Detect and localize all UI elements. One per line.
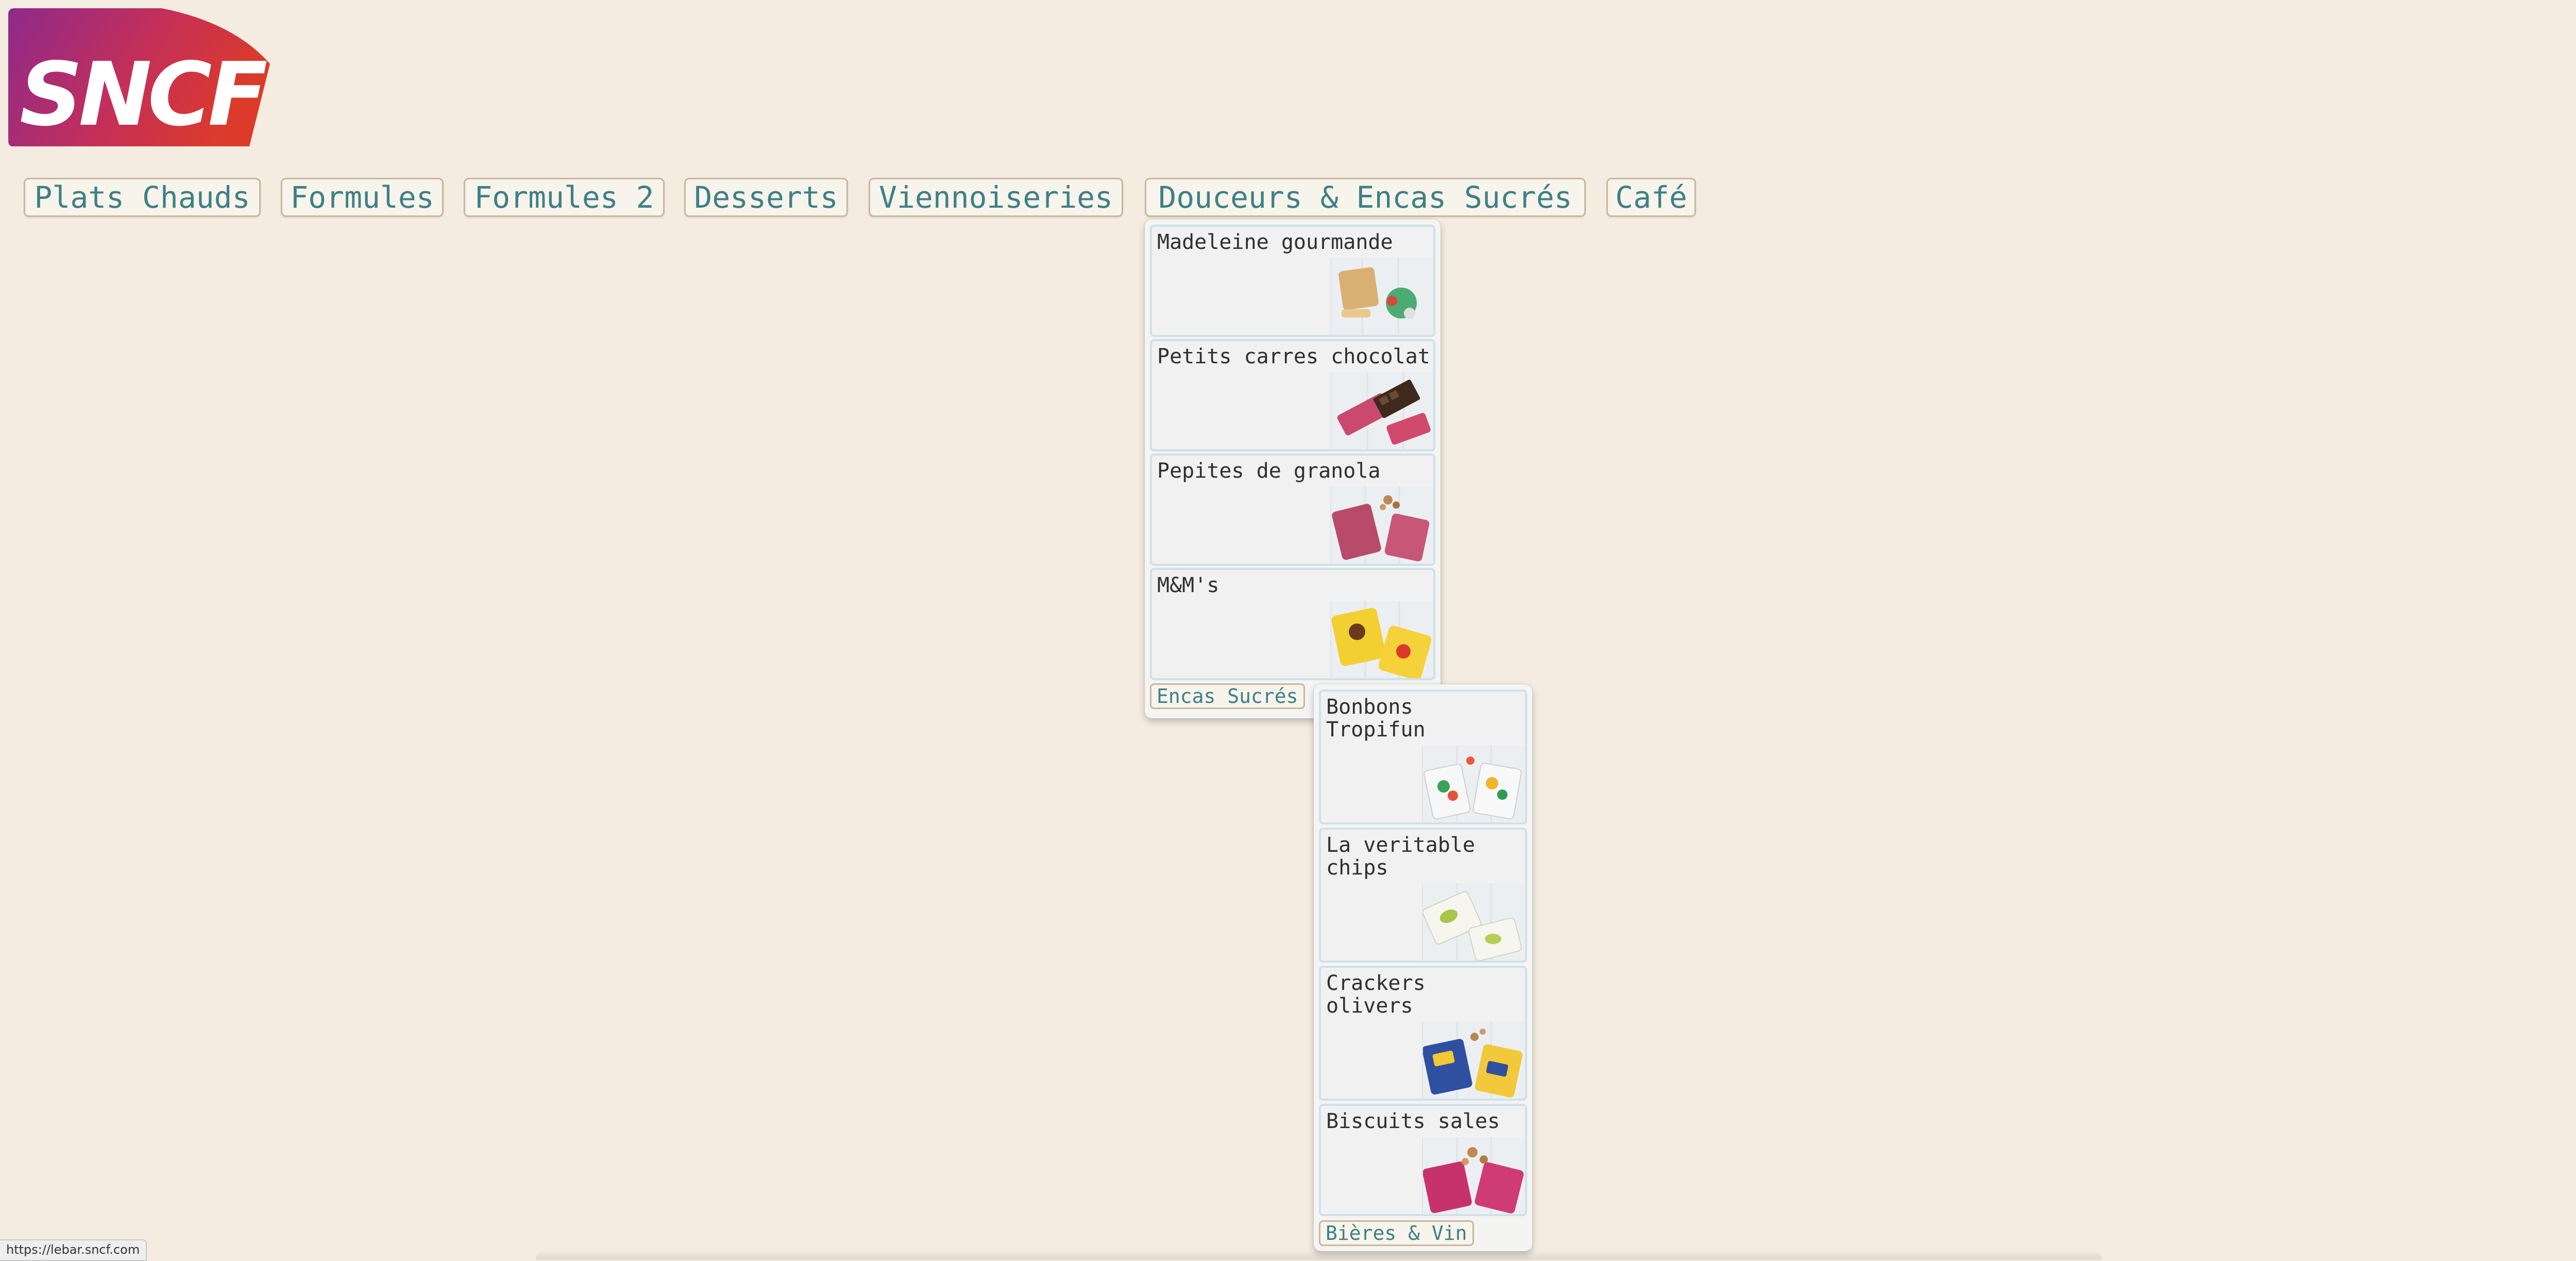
nav-cafe[interactable]: Café: [1606, 178, 1696, 217]
menu-item-title: Biscuits sales: [1326, 1109, 1500, 1133]
sncf-logo[interactable]: SNCF: [7, 7, 271, 147]
nav-douceurs-encas-sucres[interactable]: Douceurs & Encas Sucrés: [1145, 178, 1586, 217]
menu-item-title: Madeleine gourmande: [1157, 230, 1393, 254]
chips-photo-icon: [1422, 883, 1525, 961]
crackers-photo-icon: [1422, 1021, 1525, 1099]
menu-item-title: La veritable chips: [1326, 833, 1475, 880]
mms-photo-icon: [1330, 601, 1433, 678]
menu-item-card[interactable]: La veritable chips: [1319, 828, 1527, 963]
menu-item-title: Petits carres chocolat: [1157, 345, 1430, 368]
granola-photo-icon: [1330, 486, 1433, 564]
menu-item-card[interactable]: Pepites de granola: [1150, 453, 1435, 566]
menu-item-title: Pepites de granola: [1157, 459, 1381, 483]
nav-plats-chauds[interactable]: Plats Chauds: [24, 178, 261, 217]
submenu-bieres-vin-button[interactable]: Bières & Vin: [1319, 1220, 1474, 1246]
menu-item-title: M&M's: [1157, 574, 1219, 597]
menu-item-card[interactable]: Petits carres chocolat: [1150, 339, 1435, 451]
chocolate-squares-photo-icon: [1330, 372, 1433, 449]
menu-item-card[interactable]: M&M's: [1150, 568, 1435, 680]
nav-formules[interactable]: Formules: [281, 178, 444, 217]
logo-text: SNCF: [20, 44, 266, 146]
logo-graphic: SNCF: [8, 8, 270, 146]
submenu-encas-sucres-button[interactable]: Encas Sucrés: [1150, 683, 1305, 709]
bottom-shadow: [536, 1250, 2102, 1260]
menu-item-card[interactable]: Bonbons Tropifun: [1319, 690, 1527, 825]
nav-viennoiseries[interactable]: Viennoiseries: [869, 178, 1123, 217]
status-bar-url: https://lebar.sncf.com: [0, 1239, 147, 1261]
menu-item-card[interactable]: Biscuits sales: [1319, 1104, 1527, 1216]
dropdown-encas-sucres: Bonbons Tropifun La veritable chips Crac…: [1314, 684, 1532, 1251]
menu-item-title: Crackers olivers: [1326, 971, 1426, 1018]
nav-desserts[interactable]: Desserts: [684, 178, 848, 217]
dropdown-douceurs: Madeleine gourmande Petits carres chocol…: [1145, 220, 1440, 718]
madeleine-photo-icon: [1330, 258, 1433, 335]
nav-formules-2[interactable]: Formules 2: [464, 178, 665, 217]
candy-photo-icon: [1422, 745, 1525, 822]
biscuits-photo-icon: [1422, 1137, 1525, 1214]
menu-item-title: Bonbons Tropifun: [1326, 695, 1426, 742]
menu-item-card[interactable]: Crackers olivers: [1319, 966, 1527, 1101]
menu-item-card[interactable]: Madeleine gourmande: [1150, 225, 1435, 337]
